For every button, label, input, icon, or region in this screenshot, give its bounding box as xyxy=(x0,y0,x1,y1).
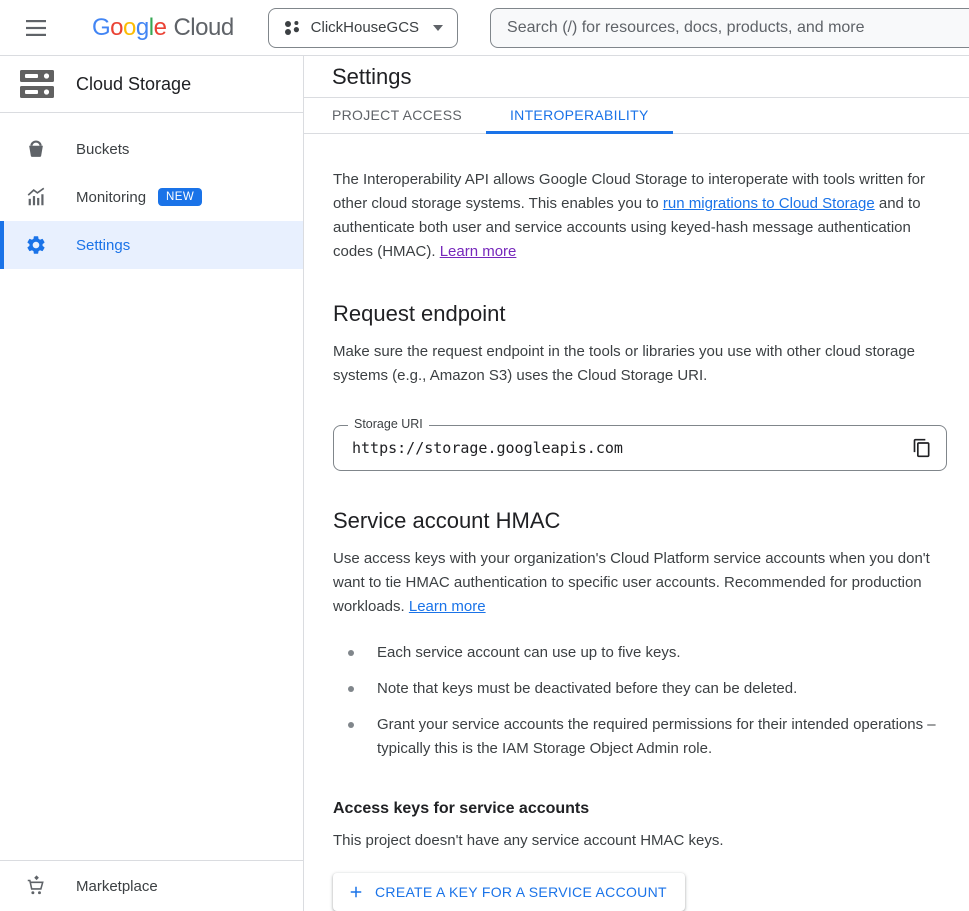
sidebar-item-settings[interactable]: Settings xyxy=(0,221,303,269)
tab-interoperability[interactable]: INTEROPERABILITY xyxy=(486,98,673,134)
service-account-hmac-heading: Service account HMAC xyxy=(333,508,947,534)
service-account-hmac-paragraph: Use access keys with your organization's… xyxy=(333,547,947,619)
sidebar-item-marketplace[interactable]: Marketplace xyxy=(0,861,303,911)
cloud-storage-icon xyxy=(18,69,56,99)
sidebar-header: Cloud Storage xyxy=(0,56,303,113)
request-endpoint-paragraph: Make sure the request endpoint in the to… xyxy=(333,340,947,388)
sidebar-item-label: Buckets xyxy=(76,141,129,158)
logo-letter: o xyxy=(123,14,136,42)
logo-letter: e xyxy=(154,14,167,42)
run-migrations-link[interactable]: run migrations to Cloud Storage xyxy=(663,195,875,212)
create-key-button[interactable]: CREATE A KEY FOR A SERVICE ACCOUNT xyxy=(333,873,685,911)
bucket-icon xyxy=(24,137,48,161)
sidebar: Cloud Storage Buckets xyxy=(0,56,304,911)
interoperability-learn-more-link[interactable]: Learn more xyxy=(440,243,517,260)
logo-cloud-word: Cloud xyxy=(173,14,233,42)
sidebar-item-label: Settings xyxy=(76,237,130,254)
main-content: Settings PROJECT ACCESS INTEROPERABILITY… xyxy=(304,56,969,911)
create-key-button-label: CREATE A KEY FOR A SERVICE ACCOUNT xyxy=(375,884,667,900)
list-item: Note that keys must be deactivated befor… xyxy=(333,677,947,701)
storage-uri-label: Storage URI xyxy=(348,417,429,431)
global-search-box[interactable] xyxy=(490,8,969,48)
hamburger-menu-button[interactable] xyxy=(16,8,56,48)
sidebar-item-monitoring[interactable]: Monitoring NEW xyxy=(0,173,303,221)
copy-icon xyxy=(912,438,932,458)
list-item: Grant your service accounts the required… xyxy=(333,713,947,761)
hamburger-icon xyxy=(26,20,46,36)
gear-icon xyxy=(24,233,48,257)
google-cloud-logo[interactable]: G o o g l e Cloud xyxy=(92,14,234,42)
project-dots-icon xyxy=(283,19,301,37)
logo-letter: g xyxy=(136,14,149,42)
tab-content: The Interoperability API allows Google C… xyxy=(304,134,969,911)
monitoring-icon xyxy=(24,185,48,209)
page-header: Settings xyxy=(304,56,969,98)
page-title: Settings xyxy=(332,64,412,90)
sidebar-item-buckets[interactable]: Buckets xyxy=(0,125,303,173)
sidebar-footer: Marketplace xyxy=(0,860,303,911)
sidebar-item-label: Marketplace xyxy=(76,878,158,895)
marketplace-cart-icon xyxy=(24,874,48,898)
hmac-bullet-list: Each service account can use up to five … xyxy=(333,641,947,761)
access-keys-heading: Access keys for service accounts xyxy=(333,800,947,818)
logo-letter: G xyxy=(92,14,110,42)
storage-uri-value: https://storage.googleapis.com xyxy=(334,439,904,457)
sidebar-spacer xyxy=(0,269,303,860)
copy-button[interactable] xyxy=(904,430,940,466)
project-name-label: ClickHouseGCS xyxy=(311,19,419,36)
hmac-learn-more-link[interactable]: Learn more xyxy=(409,598,486,615)
sidebar-product-title: Cloud Storage xyxy=(76,74,191,95)
tab-project-access[interactable]: PROJECT ACCESS xyxy=(308,98,486,134)
tab-bar: PROJECT ACCESS INTEROPERABILITY xyxy=(304,98,969,134)
top-bar: G o o g l e Cloud ClickHouseGCS xyxy=(0,0,969,56)
request-endpoint-heading: Request endpoint xyxy=(333,301,947,327)
storage-uri-field: Storage URI https://storage.googleapis.c… xyxy=(333,425,947,471)
intro-paragraph: The Interoperability API allows Google C… xyxy=(333,168,947,264)
project-selector-button[interactable]: ClickHouseGCS xyxy=(268,8,458,48)
chevron-down-icon xyxy=(433,25,443,31)
logo-letter: o xyxy=(110,14,123,42)
plus-icon xyxy=(347,883,365,901)
list-item: Each service account can use up to five … xyxy=(333,641,947,665)
new-badge: NEW xyxy=(158,188,202,206)
no-keys-message: This project doesn't have any service ac… xyxy=(333,829,947,853)
sidebar-nav: Buckets Monitoring NEW xyxy=(0,113,303,269)
sidebar-item-label: Monitoring xyxy=(76,189,146,206)
search-input[interactable] xyxy=(491,19,969,37)
